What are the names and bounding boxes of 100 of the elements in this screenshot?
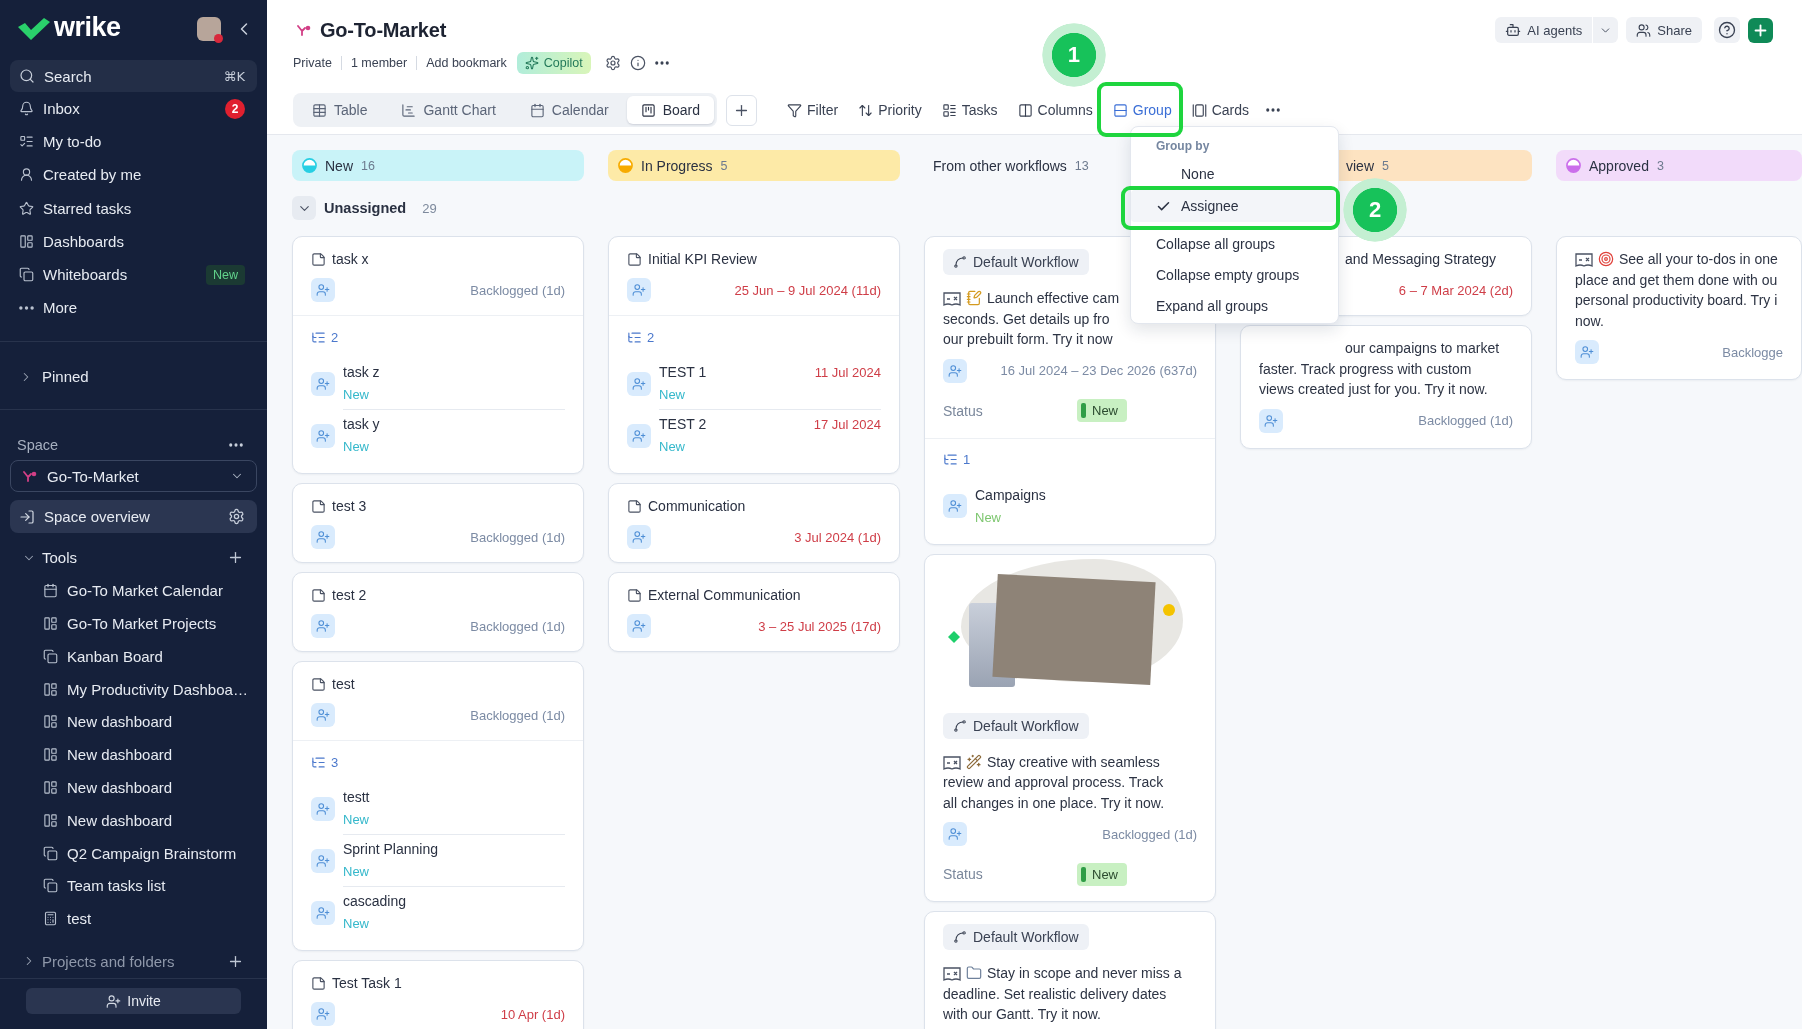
add-assignee-button[interactable] [627,423,651,448]
more-icon[interactable] [1266,108,1281,112]
search-button[interactable]: Search ⌘K [10,60,257,92]
add-assignee-button[interactable] [627,372,651,396]
task-card[interactable]: External Communication 3 – 25 Jul 2025 (17d) [608,572,900,652]
header-meta-item[interactable]: 1 member [340,56,417,70]
task-card[interactable]: Initial KPI Review 25 Jun – 9 Jul 2024 (11d) 2 TEST 1 11 Jul 2024 New TEST 2 17 Jul 2024 New [608,236,900,474]
task-title[interactable]: test 3 [332,498,367,514]
tree-item[interactable]: Team tasks list [10,869,257,903]
add-assignee-button[interactable] [311,900,335,925]
tree-item[interactable]: New dashboard [10,738,257,772]
add-assignee-button[interactable] [311,614,335,638]
invite-button[interactable]: Invite [26,988,241,1014]
task-title[interactable]: External Communication [648,587,801,603]
header-meta-item[interactable]: Add bookmark [416,56,516,70]
tree-item[interactable]: New dashboard [10,803,257,837]
toolbar-button[interactable]: Columns [1014,96,1096,124]
menu-option[interactable]: None [1131,158,1338,190]
add-assignee-button[interactable] [311,525,335,549]
tree-item[interactable]: Q2 Campaign Brainstorm [10,836,257,870]
space-select[interactable]: Go-To-Market [10,460,257,493]
add-assignee-button[interactable] [311,849,335,873]
add-assignee-button[interactable] [943,494,967,518]
add-assignee-button[interactable] [943,358,967,383]
task-card[interactable]: test 2 Backlogged (1d) [292,572,584,652]
task-card[interactable]: test 3 Backlogged (1d) [292,483,584,563]
add-assignee-button[interactable] [627,278,651,302]
task-title[interactable]: test [332,676,355,692]
task-card[interactable]: Communication 3 Jul 2024 (1d) [608,483,900,563]
tree-item[interactable]: My Productivity Dashboa… [10,672,257,706]
toolbar-button[interactable]: Group [1109,96,1175,124]
task-card[interactable]: test Backlogged (1d) 3 testt New Sprint Planning New cascading New [292,661,584,951]
view-tab[interactable]: Table [296,96,384,124]
nav-item[interactable]: Starred tasks [10,191,257,225]
add-assignee-button[interactable] [311,423,335,448]
nav-item[interactable]: Dashboards [10,224,257,258]
subtask-title[interactable]: Campaigns [975,486,1046,503]
add-assignee-button[interactable] [311,278,335,302]
toolbar-button[interactable]: Tasks [938,96,1001,124]
toolbar-button[interactable]: Cards [1188,96,1253,124]
add-assignee-button[interactable] [627,614,651,638]
nav-item[interactable]: Space overview [10,500,257,534]
nav-item[interactable]: Created by me [10,158,257,192]
task-title[interactable]: Test Task 1 [332,975,402,991]
settings-icon[interactable] [604,55,621,71]
subtask-title[interactable]: task z [343,364,380,380]
nav-item[interactable]: Whiteboards New [10,257,257,292]
subtask-title[interactable]: testt [343,789,370,805]
nav-item[interactable]: Inbox 2 [10,92,257,126]
toolbar-button[interactable]: Priority [855,96,925,124]
add-assignee-button[interactable] [627,525,651,549]
tree-section-toggle[interactable]: Tools [22,541,227,575]
toolbar-button[interactable]: Filter [784,96,842,124]
copilot-button[interactable]: Copilot [516,52,591,74]
task-title[interactable]: and Messaging Strategy [1345,251,1496,267]
header-meta-item[interactable]: Private [293,56,341,70]
tree-item[interactable]: test [10,902,257,936]
help-button[interactable] [1714,17,1740,43]
add-assignee-button[interactable] [943,822,967,846]
add-view-button[interactable] [726,94,758,126]
view-tab[interactable]: Board [626,96,715,124]
subtask-title[interactable]: TEST 1 [659,364,707,380]
avatar[interactable] [197,17,221,41]
tree-item[interactable]: Kanban Board [10,639,257,673]
section-toggle[interactable]: Pinned [10,360,257,394]
subtask-title[interactable]: cascading [343,893,407,909]
info-icon[interactable] [629,55,646,71]
template-card[interactable]: See all your to-dos in one place and get them done with ou personal productivity board. Try i now. Backlogge [1556,236,1802,380]
template-card[interactable]: Default Workflow Stay creative with seamless review and approval process. Track all changes in one place. Try it now. Backlogged (1d) Status New [924,553,1216,902]
more-icon[interactable] [229,443,243,448]
tree-item[interactable]: New dashboard [10,771,257,804]
add-assignee-button[interactable] [311,1002,335,1026]
template-card[interactable]: our campaigns to market faster. Track progress with custom views created just for you. Try it now. Backlogged (1d) [1240,325,1532,449]
subtask-title[interactable]: Sprint Planning [343,841,438,857]
share-button[interactable]: Share [1626,17,1702,43]
status-tag[interactable]: New [1077,862,1127,886]
ai-agents-button[interactable]: AI agents [1495,17,1593,43]
view-tab[interactable]: Calendar [513,96,625,124]
subtask-title[interactable]: task y [343,416,380,432]
add-assignee-button[interactable] [311,703,335,727]
add-assignee-button[interactable] [1575,340,1599,364]
task-title[interactable]: test 2 [332,587,367,603]
status-tag[interactable]: New [1077,399,1127,422]
menu-option[interactable]: Assignee [1131,190,1336,222]
tree-section-toggle[interactable]: Projects and folders [22,945,227,978]
template-card[interactable]: Default Workflow Stay in scope and never miss a deadline. Set realistic delivery dates with our Gantt. Try it now. [924,911,1216,1029]
add-assignee-button[interactable] [311,797,335,821]
task-title[interactable]: Communication [648,498,746,514]
subtask-title[interactable]: TEST 2 [659,416,707,432]
add-assignee-button[interactable] [311,372,335,396]
tree-item[interactable]: New dashboard [10,705,257,739]
task-card[interactable]: task x Backlogged (1d) 2 task z New task y New [292,236,584,474]
tree-item[interactable]: Go-To Market Calendar [10,574,257,608]
nav-item[interactable]: My to-do [10,125,257,159]
task-title[interactable]: task x [332,251,369,267]
view-tab[interactable]: Gantt Chart [385,96,512,124]
task-card[interactable]: Test Task 1 10 Apr (1d) [292,960,584,1029]
create-button[interactable] [1748,17,1773,43]
task-title[interactable]: Initial KPI Review [648,251,757,267]
add-assignee-button[interactable] [1259,408,1283,433]
